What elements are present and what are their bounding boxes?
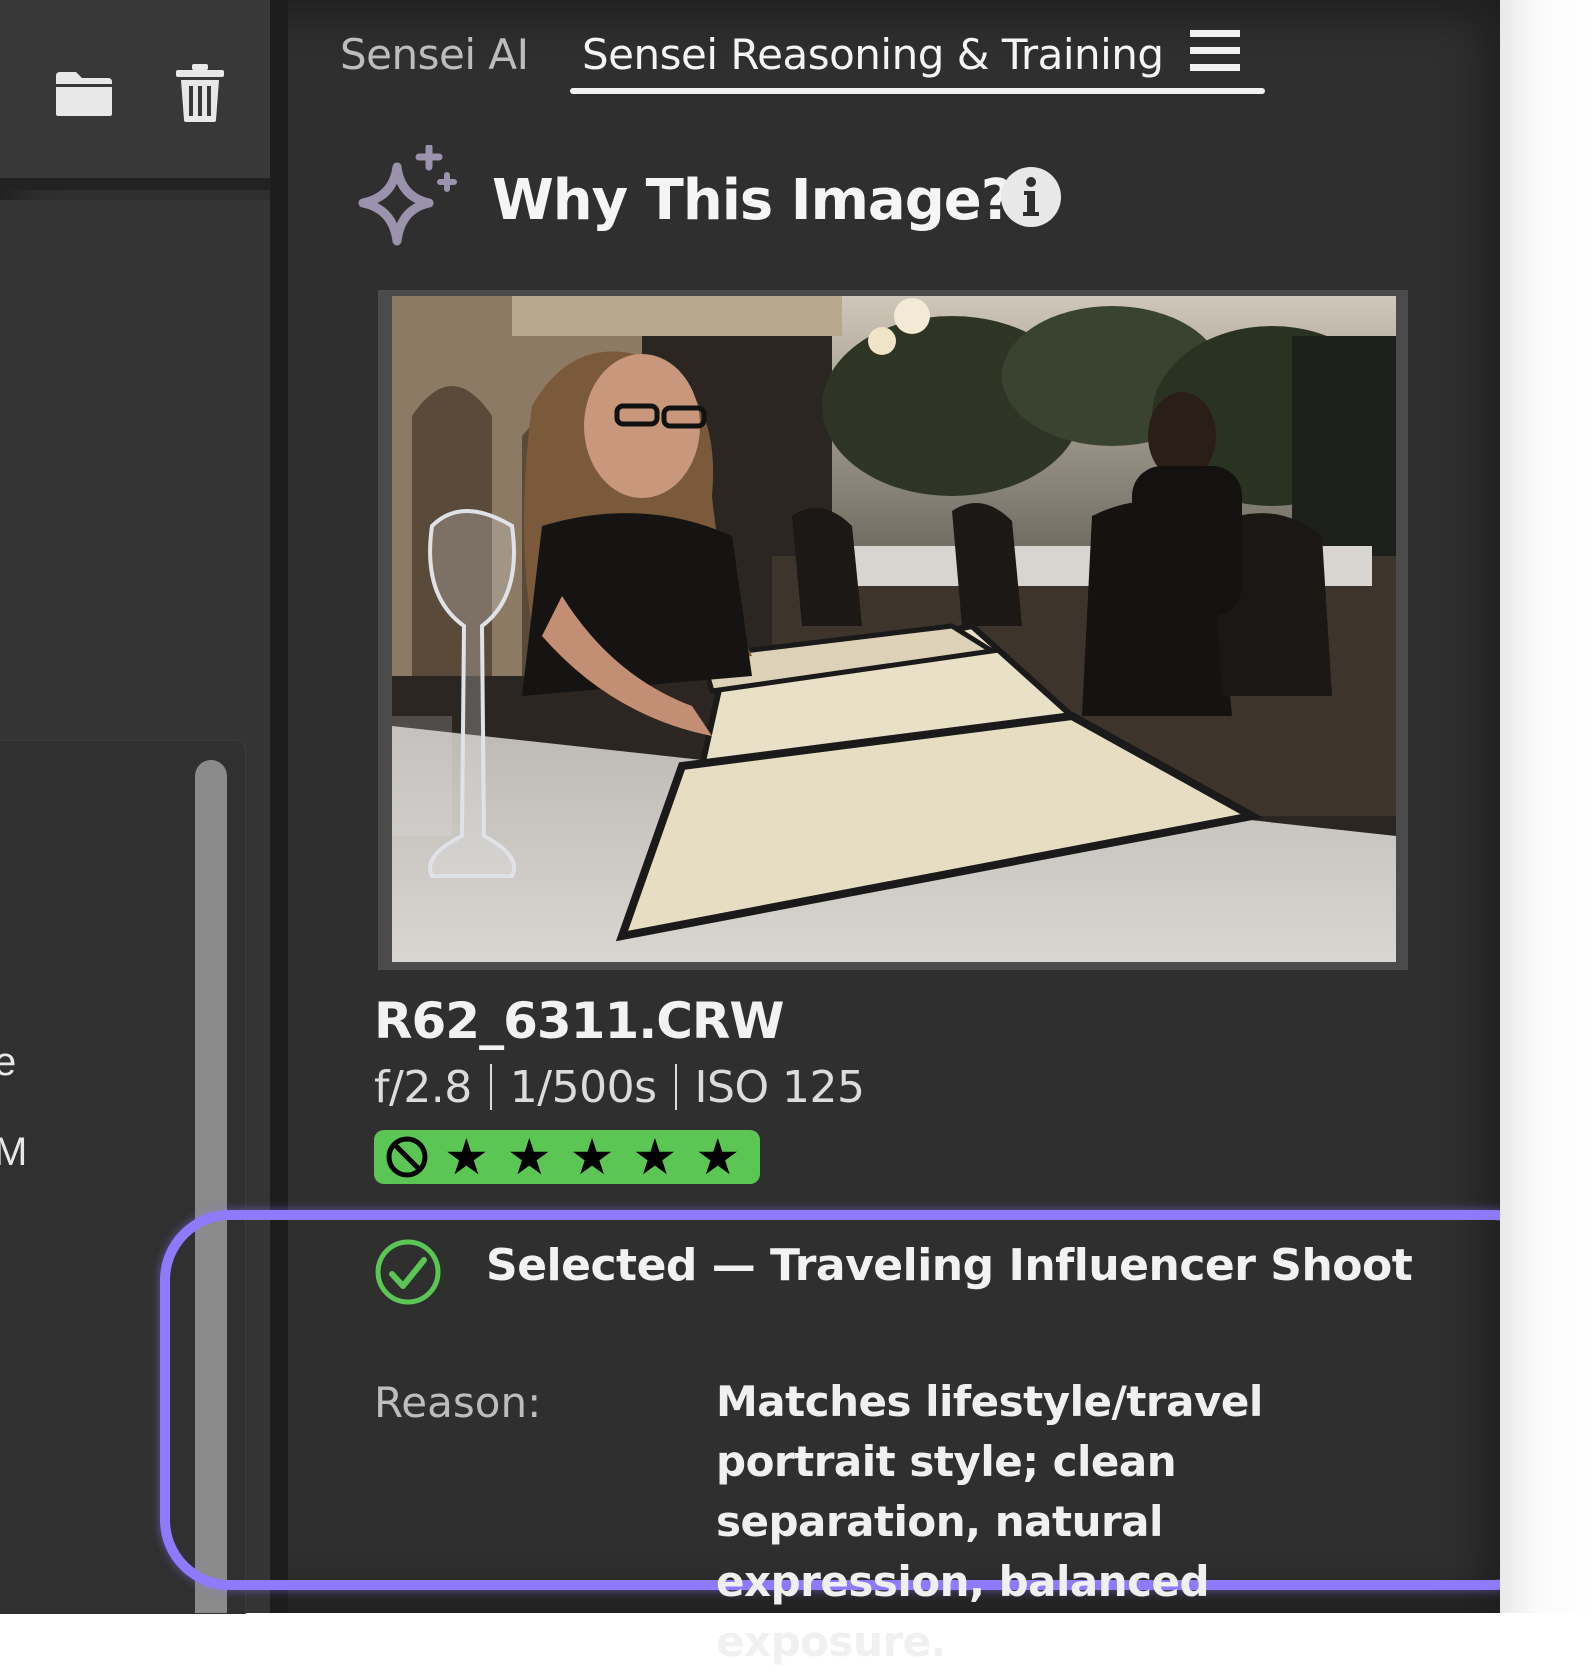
panel-title: Why This Image? [492,168,1013,233]
page-background [1500,0,1593,1613]
info-icon[interactable] [1000,166,1062,228]
rating-star[interactable]: ★ [570,1132,615,1182]
left-panel-text: e [0,1040,17,1084]
tab-sensei-reasoning-training[interactable]: Sensei Reasoning & Training [582,30,1164,79]
shutter-value: 1/500s [509,1062,657,1113]
active-tab-indicator [570,88,1265,94]
selection-status: Selected — Traveling Influencer Shoot [486,1240,1413,1291]
separator [489,1064,492,1110]
folder-icon[interactable] [54,70,114,118]
exif-info: f/2.8 1/500s ISO 125 [374,1062,865,1113]
tab-sensei-ai[interactable]: Sensei AI [340,30,529,79]
rating-star[interactable]: ★ [444,1132,489,1182]
reason-label: Reason: [374,1378,542,1427]
aperture-value: f/2.8 [374,1062,472,1113]
rating-star[interactable]: ★ [507,1132,552,1182]
left-panel-text: M [0,1130,28,1174]
sparkle-icon [358,145,457,246]
reason-text: Matches lifestyle/travel portrait style;… [716,1377,1263,1666]
rating-bar: ★ ★ ★ ★ ★ [374,1130,760,1184]
rating-star[interactable]: ★ [695,1132,740,1182]
check-circle-icon [375,1239,441,1305]
rating-star[interactable]: ★ [632,1132,677,1182]
reject-icon[interactable] [384,1134,430,1180]
app-window: e M Sensei AI Sensei Reasoning & Trainin… [0,0,1563,1666]
photo-preview[interactable] [392,296,1396,962]
trash-icon[interactable] [174,62,226,124]
menu-icon[interactable] [1190,30,1240,72]
left-toolbar [0,0,272,190]
separator [674,1064,677,1110]
image-filename: R62_6311.CRW [374,992,785,1050]
iso-value: ISO 125 [694,1062,866,1113]
